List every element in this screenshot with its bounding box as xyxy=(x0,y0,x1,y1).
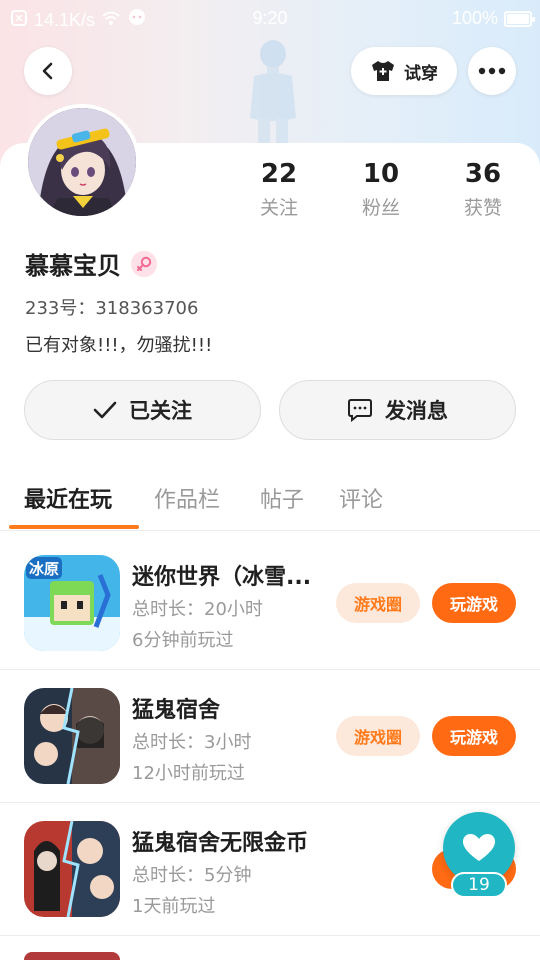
profile-stats: 22 关注 10 粉丝 36 获赞 xyxy=(228,157,534,220)
stat-likes[interactable]: 36 获赞 xyxy=(432,157,534,220)
battery-icon xyxy=(504,10,535,27)
chevron-left-icon xyxy=(42,62,53,80)
female-gender-icon xyxy=(131,250,157,277)
play-game-button[interactable]: 玩游戏 xyxy=(432,716,516,756)
game-duration: 总时长：20小时 xyxy=(132,599,263,620)
try-on-label: 试穿 xyxy=(404,63,438,84)
tab-works[interactable]: 作品栏 xyxy=(154,482,220,514)
username-row: 慕慕宝贝 xyxy=(25,246,157,281)
floating-like-count: 19 xyxy=(451,872,507,898)
game-last-played: 1天前玩过 xyxy=(132,896,216,917)
game-duration: 总时长：5分钟 xyxy=(132,865,252,886)
user-bio: 已有对象!!!，勿骚扰!!! xyxy=(25,335,213,356)
game-last-played: 6分钟前玩过 xyxy=(132,630,234,651)
profile-tabs: 最近在玩 作品栏 帖子 评论 xyxy=(0,476,540,531)
avatar-figure-illustration xyxy=(250,40,296,146)
username: 慕慕宝贝 xyxy=(25,252,121,280)
game-title: 猛鬼宿舍无限金币 xyxy=(132,831,309,856)
following-label: 关注 xyxy=(259,197,298,219)
game-last-played: 12小时前玩过 xyxy=(132,763,245,784)
try-on-button[interactable]: 试穿 xyxy=(351,47,457,95)
ghost-dormitory-game-icon xyxy=(24,688,120,784)
more-horizontal-icon xyxy=(478,67,506,75)
active-tab-indicator xyxy=(9,525,139,529)
tab-comments[interactable]: 评论 xyxy=(339,482,383,514)
battery-percent: 100% xyxy=(451,8,498,28)
tshirt-icon xyxy=(372,61,394,81)
fans-count: 10 xyxy=(362,159,400,189)
game-icon-badge: 冰原 xyxy=(29,560,59,578)
game-circle-button[interactable]: 游戏圈 xyxy=(336,716,420,756)
chat-bubble-icon xyxy=(348,399,372,422)
game-row[interactable]: 冰原 迷你世界（冰雪... 总时长：20小时 6分钟前玩过 游戏圈 玩游戏 xyxy=(0,537,540,670)
stat-fans[interactable]: 10 粉丝 xyxy=(330,157,432,220)
following-count: 22 xyxy=(260,159,298,189)
game-duration: 总时长：3小时 xyxy=(132,732,252,753)
mini-world-game-icon: 冰原 xyxy=(24,555,120,651)
ghost-dormitory-coins-game-icon xyxy=(24,821,120,917)
avatar[interactable] xyxy=(24,104,140,220)
play-game-button[interactable]: 玩游戏 xyxy=(432,583,516,623)
more-options-button[interactable] xyxy=(468,47,516,95)
likes-label: 获赞 xyxy=(463,197,502,219)
next-game-icon-peek xyxy=(24,952,120,960)
followed-button[interactable]: 已关注 xyxy=(24,380,261,440)
fans-label: 粉丝 xyxy=(361,197,400,219)
game-circle-button[interactable]: 游戏圈 xyxy=(336,583,420,623)
likes-count: 36 xyxy=(464,159,502,189)
user-id: 233号：318363706 xyxy=(25,298,199,319)
stat-following[interactable]: 22 关注 xyxy=(228,157,330,220)
anime-girl-avatar-illustration xyxy=(28,108,136,216)
back-button[interactable] xyxy=(24,47,72,95)
game-row[interactable]: 猛鬼宿舍 总时长：3小时 12小时前玩过 游戏圈 玩游戏 xyxy=(0,670,540,803)
followed-label: 已关注 xyxy=(129,399,192,423)
game-title: 迷你世界（冰雪... xyxy=(132,565,312,590)
heart-icon xyxy=(463,834,495,861)
tab-recently-played[interactable]: 最近在玩 xyxy=(24,482,112,514)
game-title: 猛鬼宿舍 xyxy=(132,698,221,723)
tab-posts[interactable]: 帖子 xyxy=(260,482,304,514)
checkmark-icon xyxy=(93,401,117,419)
send-message-button[interactable]: 发消息 xyxy=(279,380,516,440)
status-bar: 14.1K/s 9:20 100% xyxy=(0,0,540,38)
battery-fill xyxy=(507,13,529,24)
send-message-label: 发消息 xyxy=(385,399,448,423)
